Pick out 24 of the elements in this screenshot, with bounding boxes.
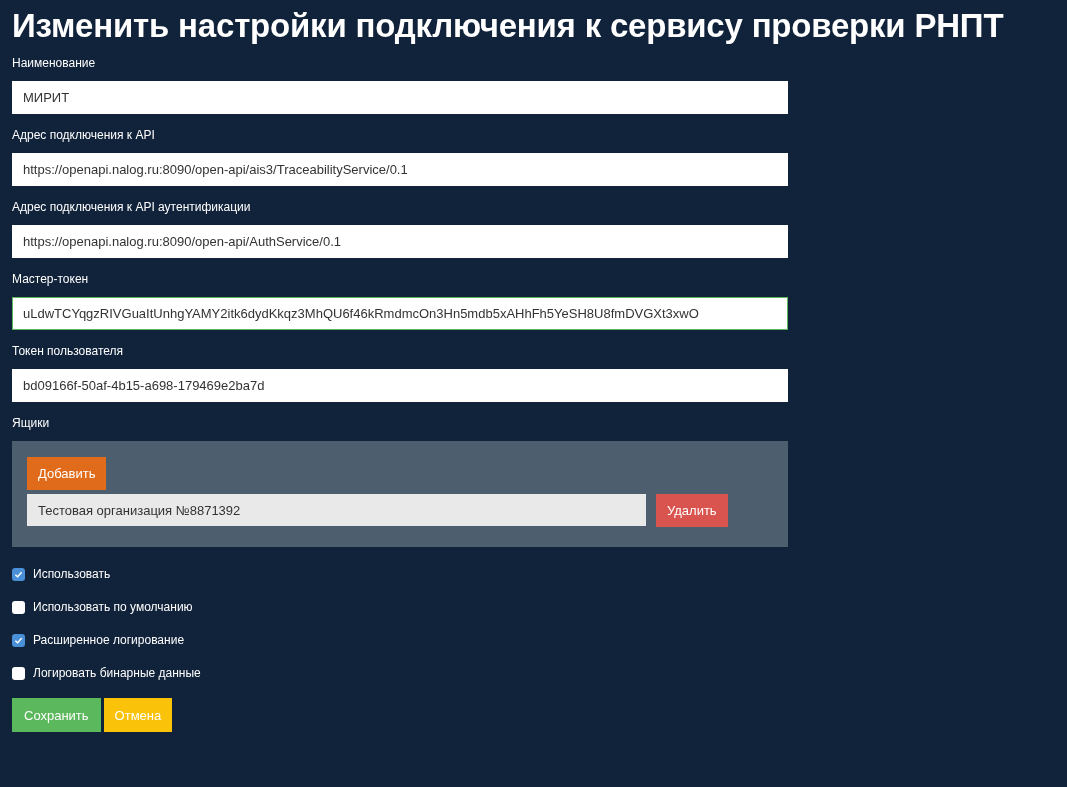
field-label: Ящики [12, 415, 50, 431]
page-title: Изменить настройки подключения к сервису проверки РНПТ [12, 6, 1004, 46]
box-field[interactable]: Тестовая организация №8871392 [27, 494, 646, 526]
checkmark-icon [14, 635, 23, 645]
text-field[interactable]: https://openapi.nalog.ru:8090/open-api/AuthService/0.1 [12, 225, 788, 258]
checkbox[interactable] [12, 600, 25, 614]
checkmark-icon [14, 569, 23, 579]
text-field[interactable]: https://openapi.nalog.ru:8090/open-api/ais3/TraceabilityService/0.1 [12, 153, 788, 186]
checkbox[interactable] [12, 633, 25, 647]
checkbox[interactable] [12, 666, 25, 680]
checkbox-label: Логировать бинарные данные [33, 666, 201, 680]
field-label: Адрес подключения к API [12, 127, 155, 143]
text-field[interactable]: МИРИТ [12, 81, 788, 114]
checkbox[interactable] [12, 567, 25, 581]
checkbox-label: Расширенное логирование [33, 633, 185, 647]
delete-button[interactable]: Удалить [656, 494, 728, 527]
checkbox-label: Использовать [33, 567, 111, 581]
checkbox-label: Использовать по умолчанию [33, 600, 193, 614]
field-label: Токен пользователя [12, 343, 124, 359]
field-label: Мастер-токен [12, 271, 89, 287]
field-label: Наименование [12, 55, 96, 71]
field-label: Адрес подключения к API аутентификации [12, 199, 251, 215]
text-field[interactable]: bd09166f-50af-4b15-a698-179469e2ba7d [12, 369, 788, 402]
text-field[interactable]: uLdwTCYqgzRIVGuaItUnhgYAMY2itk6dydKkqz3MhQU6f46kRmdmcOn3Hn5mdb5xAHhFh5YeSH8U8fmDVGXt3xwO [12, 297, 788, 330]
